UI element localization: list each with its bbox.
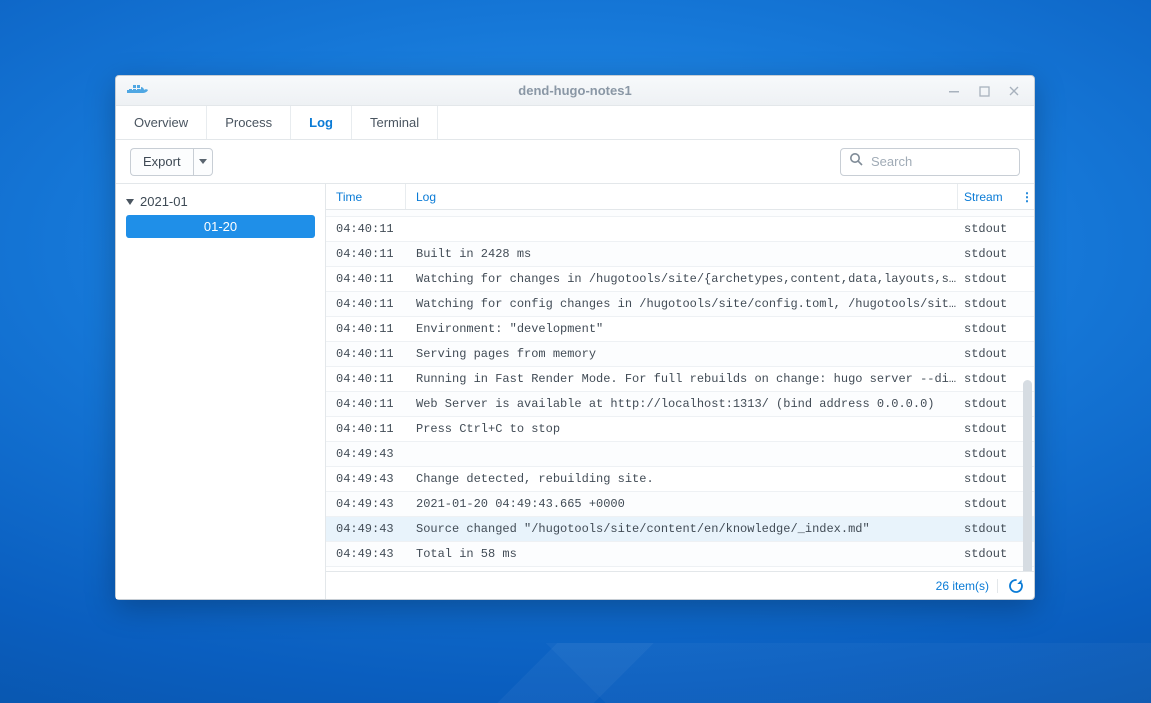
log-row[interactable]: 04:40:11Built in 2428 msstdout	[326, 242, 1034, 267]
tree-month-toggle[interactable]: 2021-01	[116, 190, 325, 213]
log-cell-time: 04:40:11	[326, 372, 406, 386]
log-cell-stream: stdout	[958, 210, 1020, 211]
log-cell-time: 04:40:11	[326, 210, 406, 211]
log-cell-message: 2021-01-20 04:49:43.665 +0000	[406, 497, 958, 511]
log-cell-time: 04:49:43	[326, 522, 406, 536]
docker-log-window: dend-hugo-notes1 Overview Process Log Te…	[115, 75, 1035, 600]
log-row[interactable]: 04:40:11 stdout	[326, 210, 1034, 217]
log-area: Time Log Stream ⋮ 04:40:11stdout04:40:11…	[326, 184, 1034, 599]
log-cell-message: Serving pages from memory	[406, 347, 958, 361]
window-title: dend-hugo-notes1	[116, 83, 1034, 98]
scrollbar-thumb[interactable]	[1023, 380, 1032, 571]
search-icon	[849, 152, 863, 171]
log-cell-message: Press Ctrl+C to stop	[406, 422, 958, 436]
log-cell-stream: stdout	[958, 347, 1020, 361]
log-cell-time: 04:40:11	[326, 322, 406, 336]
log-cell-time: 04:40:11	[326, 222, 406, 236]
scrollbar-track[interactable]	[1022, 210, 1032, 571]
tab-process[interactable]: Process	[207, 106, 291, 139]
log-cell-time: 04:40:11	[326, 397, 406, 411]
log-row[interactable]: 04:40:11Environment: "development"stdout	[326, 317, 1034, 342]
log-cell-message: Change detected, rebuilding site.	[406, 472, 958, 486]
maximize-button[interactable]	[970, 80, 998, 102]
log-row[interactable]: 04:49:432021-01-20 04:49:43.665 +0000std…	[326, 492, 1034, 517]
log-table-body[interactable]: 04:40:11stdout04:40:11stdout04:40:11Buil…	[326, 210, 1034, 571]
log-row[interactable]: 04:40:11Web Server is available at http:…	[326, 392, 1034, 417]
column-header-stream[interactable]: Stream	[958, 184, 1020, 209]
window-titlebar[interactable]: dend-hugo-notes1	[116, 76, 1034, 106]
log-row[interactable]: 04:49:43Source changed "/hugotools/site/…	[326, 517, 1034, 542]
log-cell-stream: stdout	[958, 472, 1020, 486]
log-cell-time: 04:49:43	[326, 447, 406, 461]
log-cell-time: 04:40:11	[326, 422, 406, 436]
log-cell-stream: stdout	[958, 247, 1020, 261]
log-cell-time: 04:40:11	[326, 247, 406, 261]
log-cell-time: 04:49:43	[326, 472, 406, 486]
search-box[interactable]	[840, 148, 1020, 176]
log-cell-message: Web Server is available at http://localh…	[406, 397, 958, 411]
log-table-header: Time Log Stream ⋮	[326, 184, 1034, 210]
minimize-button[interactable]	[940, 80, 968, 102]
log-cell-stream: stdout	[958, 422, 1020, 436]
date-side-panel: 2021-01 01-20	[116, 184, 326, 599]
refresh-button[interactable]	[1008, 578, 1024, 594]
log-cell-message: Total in 58 ms	[406, 547, 958, 561]
log-toolbar: Export	[116, 140, 1034, 184]
log-cell-message: Watching for config changes in /hugotool…	[406, 297, 958, 311]
log-row[interactable]: 04:40:11Running in Fast Render Mode. For…	[326, 367, 1034, 392]
log-row[interactable]: 04:49:43Total in 58 msstdout	[326, 542, 1034, 567]
log-row[interactable]: 04:40:11Press Ctrl+C to stopstdout	[326, 417, 1034, 442]
log-cell-stream: stdout	[958, 497, 1020, 511]
log-status-bar: 26 item(s)	[326, 571, 1034, 599]
log-cell-message: Environment: "development"	[406, 322, 958, 336]
docker-icon	[126, 81, 150, 101]
log-row[interactable]: 04:40:11Serving pages from memorystdout	[326, 342, 1034, 367]
log-row[interactable]: 04:40:11 stdout	[326, 217, 1034, 242]
column-header-log[interactable]: Log	[406, 184, 958, 209]
log-cell-time: 04:40:11	[326, 272, 406, 286]
tab-overview[interactable]: Overview	[116, 106, 207, 139]
log-cell-stream: stdout	[958, 272, 1020, 286]
tab-bar: Overview Process Log Terminal	[116, 106, 1034, 140]
log-row[interactable]: 04:40:11Watching for config changes in /…	[326, 292, 1034, 317]
item-count-label: 26 item(s)	[936, 579, 998, 593]
log-cell-message: Source changed "/hugotools/site/content/…	[406, 522, 958, 536]
tree-month-label: 2021-01	[140, 194, 188, 209]
log-cell-message: Built in 2428 ms	[406, 247, 958, 261]
log-row[interactable]: 04:40:11Watching for changes in /hugotoo…	[326, 267, 1034, 292]
log-cell-stream: stdout	[958, 522, 1020, 536]
column-header-time[interactable]: Time	[326, 184, 406, 209]
log-cell-time: 04:40:11	[326, 347, 406, 361]
search-input[interactable]	[869, 153, 1011, 170]
tree-day-selected[interactable]: 01-20	[126, 215, 315, 238]
tab-log[interactable]: Log	[291, 106, 352, 139]
log-cell-stream: stdout	[958, 547, 1020, 561]
log-cell-stream: stdout	[958, 372, 1020, 386]
log-cell-stream: stdout	[958, 397, 1020, 411]
log-cell-time: 04:49:43	[326, 547, 406, 561]
log-cell-stream: stdout	[958, 447, 1020, 461]
chevron-down-icon	[126, 198, 134, 206]
export-button[interactable]: Export	[130, 148, 193, 176]
log-cell-stream: stdout	[958, 222, 1020, 236]
log-cell-stream: stdout	[958, 322, 1020, 336]
tab-terminal[interactable]: Terminal	[352, 106, 438, 139]
log-cell-time: 04:40:11	[326, 297, 406, 311]
export-dropdown[interactable]	[193, 148, 213, 176]
close-button[interactable]	[1000, 80, 1028, 102]
log-cell-message: Running in Fast Render Mode. For full re…	[406, 372, 958, 386]
column-menu-button[interactable]: ⋮	[1020, 184, 1034, 209]
log-cell-time: 04:49:43	[326, 497, 406, 511]
log-cell-stream: stdout	[958, 297, 1020, 311]
log-row[interactable]: 04:49:43 stdout	[326, 442, 1034, 467]
log-row[interactable]: 04:49:43Change detected, rebuilding site…	[326, 467, 1034, 492]
log-cell-message: Watching for changes in /hugotools/site/…	[406, 272, 958, 286]
desktop-background: dend-hugo-notes1 Overview Process Log Te…	[0, 0, 1151, 703]
